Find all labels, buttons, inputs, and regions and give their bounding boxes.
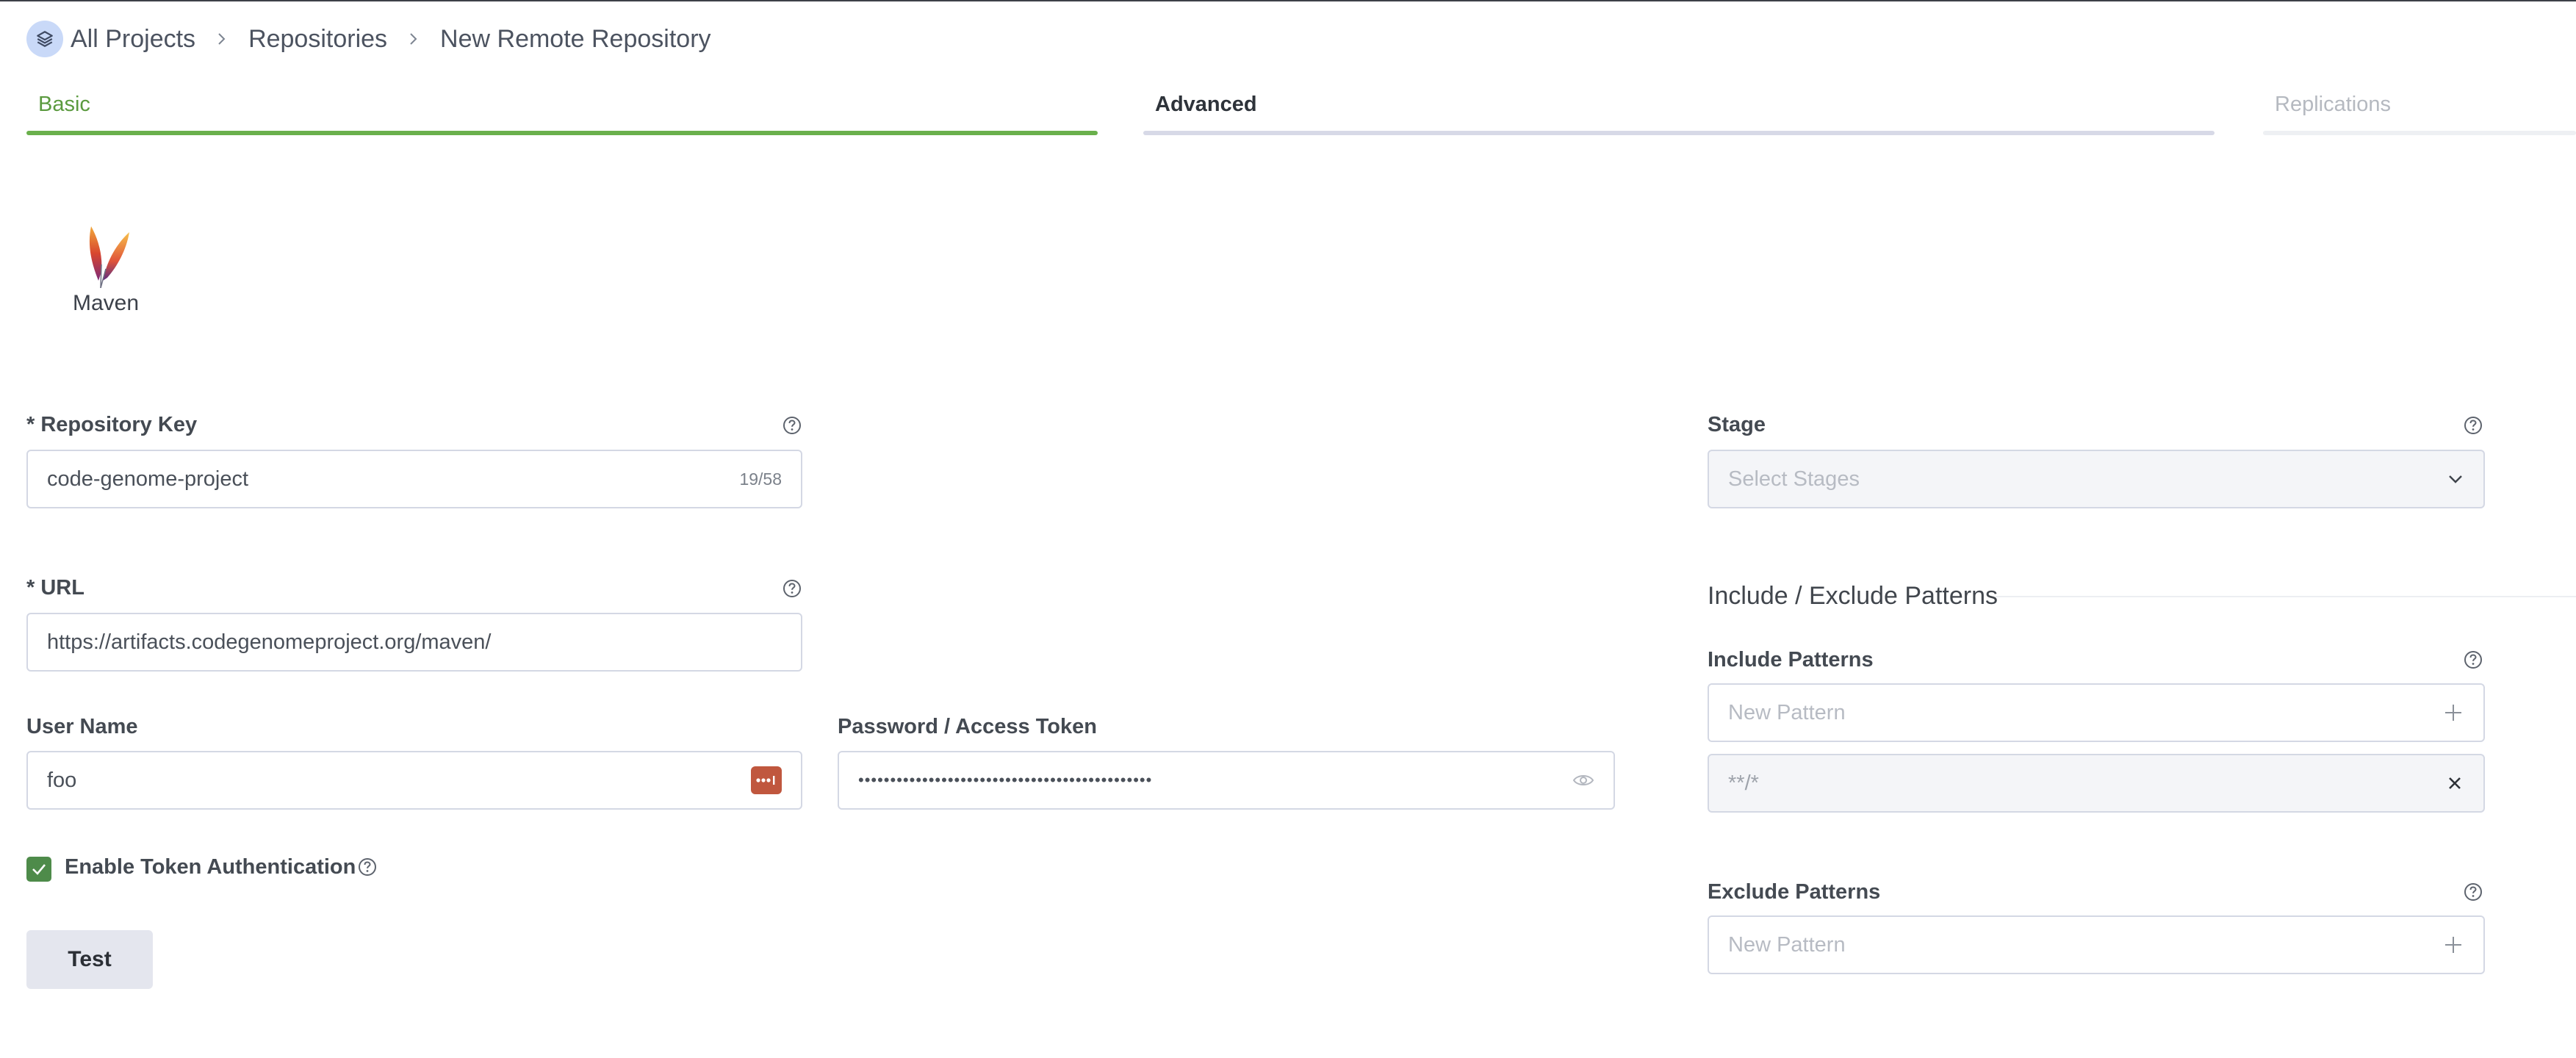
help-icon[interactable] bbox=[2463, 649, 2483, 670]
help-icon[interactable] bbox=[357, 857, 378, 877]
window-top-border bbox=[0, 0, 2576, 1]
chevron-right-icon bbox=[408, 31, 420, 47]
username-input[interactable]: foo bbox=[26, 751, 802, 810]
breadcrumb-current-page: New Remote Repository bbox=[440, 24, 711, 53]
exclude-pattern-placeholder: New Pattern bbox=[1728, 932, 1846, 957]
character-counter: 19/58 bbox=[739, 469, 782, 489]
breadcrumb-all-projects[interactable]: All Projects bbox=[71, 25, 195, 54]
help-icon[interactable] bbox=[782, 415, 802, 436]
help-icon[interactable] bbox=[782, 578, 802, 599]
exclude-patterns-label: Exclude Patterns bbox=[1708, 880, 1881, 904]
package-type-label: Maven bbox=[72, 291, 140, 315]
tab-advanced-label: Advanced bbox=[1155, 93, 1257, 116]
exclude-pattern-input[interactable]: New Pattern bbox=[1708, 915, 2485, 974]
enable-token-auth-label[interactable]: Enable Token Authentication bbox=[65, 855, 356, 879]
chevron-down-icon bbox=[2449, 475, 2462, 483]
url-label: * URL bbox=[26, 576, 84, 600]
tab-basic[interactable]: Basic bbox=[26, 87, 1098, 135]
tab-advanced-indicator bbox=[1143, 131, 2215, 135]
repository-key-value: code-genome-project bbox=[47, 467, 249, 491]
repository-key-label: * Repository Key bbox=[26, 413, 198, 436]
stage-label: Stage bbox=[1708, 413, 1766, 436]
patterns-section-title: Include / Exclude Patterns bbox=[1708, 582, 1998, 610]
help-icon[interactable] bbox=[2463, 415, 2483, 436]
stage-select[interactable]: Select Stages bbox=[1708, 450, 2485, 508]
tab-replications-label: Replications bbox=[2275, 93, 2391, 116]
include-pattern-input[interactable]: New Pattern bbox=[1708, 683, 2485, 742]
breadcrumb-repositories[interactable]: Repositories bbox=[248, 25, 387, 54]
tab-basic-label: Basic bbox=[38, 93, 90, 116]
tab-replications-indicator bbox=[2263, 131, 2576, 135]
plus-icon[interactable] bbox=[2442, 702, 2464, 724]
tab-advanced[interactable]: Advanced bbox=[1143, 87, 2215, 135]
include-pattern-placeholder: New Pattern bbox=[1728, 700, 1846, 724]
tab-replications: Replications bbox=[2263, 87, 2576, 135]
username-label: User Name bbox=[26, 715, 138, 738]
test-button[interactable]: Test bbox=[26, 930, 153, 989]
password-input[interactable]: ••••••••••••••••••••••••••••••••••••••••… bbox=[838, 751, 1615, 810]
tab-basic-indicator bbox=[26, 131, 1098, 135]
url-value: https://artifacts.codegenomeproject.org/… bbox=[47, 630, 492, 654]
password-label: Password / Access Token bbox=[838, 715, 1097, 738]
url-input[interactable]: https://artifacts.codegenomeproject.org/… bbox=[26, 613, 802, 672]
include-patterns-label: Include Patterns bbox=[1708, 648, 1874, 672]
enable-token-auth-checkbox[interactable] bbox=[26, 857, 51, 882]
section-divider bbox=[1996, 596, 2576, 597]
breadcrumb: All Projects Repositories New Remote Rep… bbox=[26, 21, 711, 57]
key-icon[interactable] bbox=[751, 766, 782, 794]
stage-placeholder: Select Stages bbox=[1728, 467, 1860, 491]
password-value: ••••••••••••••••••••••••••••••••••••••••… bbox=[858, 771, 1153, 789]
eye-icon[interactable] bbox=[1572, 772, 1594, 788]
include-pattern-item: **/* bbox=[1708, 754, 2485, 813]
repository-key-input[interactable]: code-genome-project 19/58 bbox=[26, 450, 802, 508]
username-value: foo bbox=[47, 768, 77, 792]
check-icon bbox=[32, 864, 46, 875]
include-pattern-value: **/* bbox=[1728, 771, 1759, 795]
chevron-right-icon bbox=[216, 31, 228, 47]
help-icon[interactable] bbox=[2463, 882, 2483, 902]
plus-icon[interactable] bbox=[2442, 934, 2464, 956]
projects-layers-icon[interactable] bbox=[26, 21, 63, 57]
package-type-maven: Maven bbox=[66, 220, 145, 316]
maven-feather-icon bbox=[89, 226, 129, 288]
close-icon[interactable] bbox=[2445, 774, 2464, 793]
